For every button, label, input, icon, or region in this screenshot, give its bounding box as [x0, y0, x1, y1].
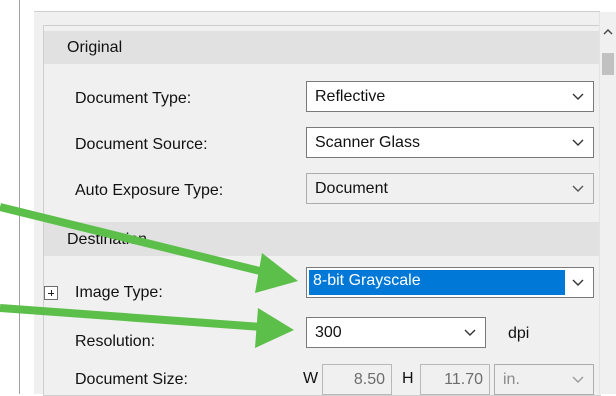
auto-exposure-value: Document: [315, 180, 388, 197]
chevron-down-icon: [572, 279, 584, 286]
resolution-label: Resolution:: [75, 333, 156, 350]
image-type-select[interactable]: 8-bit Grayscale: [306, 267, 594, 298]
document-source-select[interactable]: Scanner Glass: [306, 127, 594, 158]
resolution-value: 300: [315, 324, 342, 341]
original-section-title: Original: [67, 39, 123, 56]
width-value: 8.50: [353, 371, 385, 388]
chevron-down-icon: [572, 376, 584, 383]
chevron-down-icon: [572, 93, 584, 100]
width-prefix: W: [303, 370, 319, 387]
destination-section-title: Destination: [67, 231, 148, 248]
image-type-value: 8-bit Grayscale: [313, 272, 421, 289]
expand-plus-icon[interactable]: [44, 286, 58, 300]
size-unit-select[interactable]: in.: [494, 364, 594, 395]
document-size-label: Document Size:: [75, 371, 188, 388]
chevron-down-icon: [464, 329, 476, 336]
size-unit-value: in.: [503, 371, 520, 388]
document-type-label: Document Type:: [75, 90, 192, 107]
document-source-value: Scanner Glass: [315, 134, 420, 151]
scroll-up-arrow-icon[interactable]: [602, 28, 614, 36]
width-field[interactable]: 8.50: [322, 364, 392, 395]
height-value: 11.70: [444, 371, 483, 388]
chevron-down-icon: [572, 185, 584, 192]
auto-exposure-select[interactable]: Document: [306, 173, 594, 204]
document-type-select[interactable]: Reflective: [306, 81, 594, 112]
original-section-header: [44, 31, 600, 64]
auto-exposure-label: Auto Exposure Type:: [75, 182, 224, 199]
height-prefix: H: [402, 370, 414, 387]
scrollbar-thumb[interactable]: [602, 53, 614, 75]
resolution-unit: dpi: [508, 325, 530, 342]
height-field[interactable]: 11.70: [420, 364, 490, 395]
chevron-down-icon: [572, 139, 584, 146]
document-type-value: Reflective: [315, 88, 386, 105]
resolution-select[interactable]: 300: [306, 317, 486, 348]
document-source-label: Document Source:: [75, 136, 208, 153]
image-type-label: Image Type:: [75, 284, 163, 301]
left-margin: [20, 0, 34, 394]
